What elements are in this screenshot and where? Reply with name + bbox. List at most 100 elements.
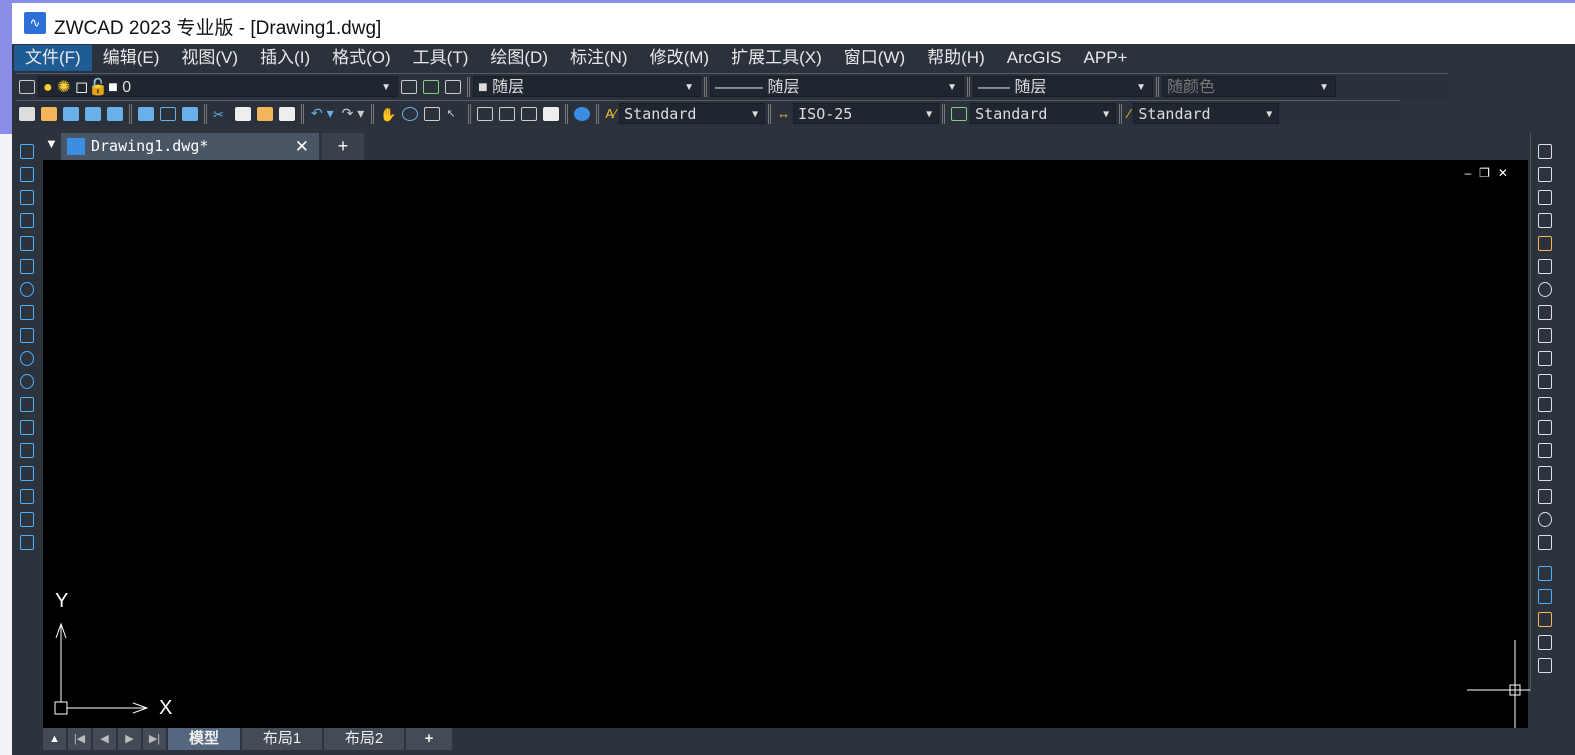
bring-above-icon[interactable] [1537, 612, 1552, 627]
viewport-window-controls[interactable]: –❐✕ [1465, 166, 1517, 180]
move-icon[interactable] [1537, 259, 1552, 274]
draworder-icon[interactable] [1537, 658, 1552, 673]
redo-icon[interactable]: ↷ ▾ [342, 105, 365, 122]
tab-model[interactable]: 模型 [168, 728, 240, 750]
pan-icon[interactable]: ✋ [380, 107, 396, 122]
menu-insert[interactable]: 插入(I) [249, 45, 321, 71]
print-icon[interactable] [138, 106, 154, 121]
hatch-icon[interactable] [20, 466, 34, 481]
rotate-icon[interactable] [1537, 282, 1552, 297]
cut-icon[interactable]: ✂ [213, 107, 229, 122]
break-icon[interactable] [1537, 420, 1552, 435]
zoom-previous-icon[interactable]: ↖ [446, 107, 462, 121]
send-under-icon[interactable] [1537, 635, 1552, 650]
explode-icon[interactable] [1537, 512, 1552, 527]
menu-draw[interactable]: 绘图(D) [479, 45, 559, 71]
scale-icon[interactable] [1537, 305, 1552, 320]
circle-icon[interactable] [20, 282, 34, 297]
text-style-dropdown[interactable]: Standard ▼ [619, 103, 766, 124]
construction-line-icon[interactable] [20, 167, 34, 182]
layer-previous-icon[interactable] [401, 79, 417, 94]
menu-view[interactable]: 视图(V) [170, 45, 249, 71]
copy-icon[interactable] [235, 106, 251, 121]
print-preview-icon[interactable] [160, 106, 176, 121]
layer-manager-icon[interactable] [19, 79, 35, 94]
fillet-icon[interactable] [1537, 489, 1552, 504]
menu-extensions[interactable]: 扩展工具(X) [720, 45, 833, 71]
plot-icon[interactable] [182, 106, 198, 121]
add-layout-button[interactable]: + [406, 728, 452, 750]
match-properties-icon[interactable] [279, 106, 295, 121]
stretch-icon[interactable] [1537, 328, 1552, 343]
new-tab-button[interactable]: + [322, 133, 364, 160]
open-icon[interactable] [41, 106, 57, 121]
extend-icon[interactable] [1537, 374, 1552, 389]
save-all-icon[interactable] [107, 106, 123, 121]
spline-icon[interactable] [20, 328, 34, 343]
tab-drawing1[interactable]: Drawing1.dwg* ✕ [61, 133, 319, 160]
next-tab-icon[interactable]: ▶ [118, 728, 141, 750]
first-tab-icon[interactable]: |◀ [68, 728, 91, 750]
last-tab-icon[interactable]: ▶| [143, 728, 166, 750]
new-icon[interactable] [19, 106, 35, 121]
save-as-icon[interactable] [85, 106, 101, 121]
menu-modify[interactable]: 修改(M) [639, 45, 720, 71]
close-tab-icon[interactable]: ✕ [295, 133, 309, 160]
help-icon[interactable] [574, 106, 591, 121]
region-icon[interactable] [20, 489, 34, 504]
design-center-icon[interactable] [499, 106, 516, 121]
trim-icon[interactable] [1537, 351, 1552, 366]
tab-list-icon[interactable]: ▼ [45, 136, 58, 151]
plotstyle-dropdown[interactable]: 随颜色 ▼ [1162, 76, 1336, 97]
join-icon[interactable] [1537, 443, 1552, 458]
menu-tools[interactable]: 工具(T) [402, 45, 480, 71]
copy-object-icon[interactable] [1537, 167, 1552, 182]
dim-style-dropdown[interactable]: ISO-25 ▼ [793, 103, 940, 124]
menu-help[interactable]: 帮助(H) [916, 45, 996, 71]
properties-icon[interactable] [477, 106, 494, 121]
line-icon[interactable] [20, 144, 34, 159]
linetype-dropdown[interactable]: ——— 随层 ▼ [710, 76, 964, 97]
color-dropdown[interactable]: ■ 随层 ▼ [473, 76, 701, 97]
offset-icon[interactable] [1537, 213, 1552, 228]
drawing-canvas[interactable]: –❐✕ Y X [43, 160, 1543, 728]
polygon-icon[interactable] [20, 213, 34, 228]
undo-icon[interactable]: ↶ ▾ [311, 105, 334, 122]
table-style-dropdown[interactable]: Standard ▼ [970, 103, 1117, 124]
arc-icon[interactable] [20, 259, 34, 274]
revision-cloud-icon[interactable] [20, 305, 34, 320]
point-icon[interactable] [20, 443, 34, 458]
ellipse-icon[interactable] [20, 351, 34, 366]
prev-tab-icon[interactable]: ◀ [93, 728, 116, 750]
menu-arcgis[interactable]: ArcGIS [996, 45, 1073, 71]
edit-icon[interactable] [1537, 535, 1552, 550]
layer-restore-icon[interactable] [423, 79, 439, 94]
menu-file[interactable]: 文件(F) [14, 45, 92, 71]
multileader-style-dropdown[interactable]: Standard ▼ [1133, 103, 1280, 124]
menu-dimension[interactable]: 标注(N) [559, 45, 639, 71]
send-to-back-icon[interactable] [1537, 589, 1552, 604]
mtext-icon[interactable] [20, 535, 34, 550]
paste-icon[interactable] [257, 106, 273, 121]
menu-format[interactable]: 格式(O) [321, 45, 402, 71]
ellipse-arc-icon[interactable] [20, 374, 34, 389]
erase-icon[interactable] [1537, 144, 1552, 159]
rectangle-icon[interactable] [20, 236, 34, 251]
zoom-window-icon[interactable] [424, 106, 441, 121]
polyline-icon[interactable] [20, 190, 34, 205]
tool-palette-icon[interactable] [521, 106, 538, 121]
tab-layout2[interactable]: 布局2 [324, 728, 404, 750]
make-block-icon[interactable] [20, 420, 34, 435]
bring-to-front-icon[interactable] [1537, 566, 1552, 581]
table-icon[interactable] [20, 512, 34, 527]
insert-block-icon[interactable] [20, 397, 34, 412]
menu-edit[interactable]: 编辑(E) [92, 45, 171, 71]
chamfer-icon[interactable] [1537, 466, 1552, 481]
lineweight-dropdown[interactable]: —— 随层 ▼ [973, 76, 1153, 97]
mirror-icon[interactable] [1537, 190, 1552, 205]
array-icon[interactable] [1537, 236, 1552, 251]
zoom-realtime-icon[interactable] [402, 106, 419, 121]
break-at-point-icon[interactable] [1537, 397, 1552, 412]
menu-app[interactable]: APP+ [1073, 45, 1139, 71]
expand-up-icon[interactable]: ▲ [43, 728, 66, 750]
